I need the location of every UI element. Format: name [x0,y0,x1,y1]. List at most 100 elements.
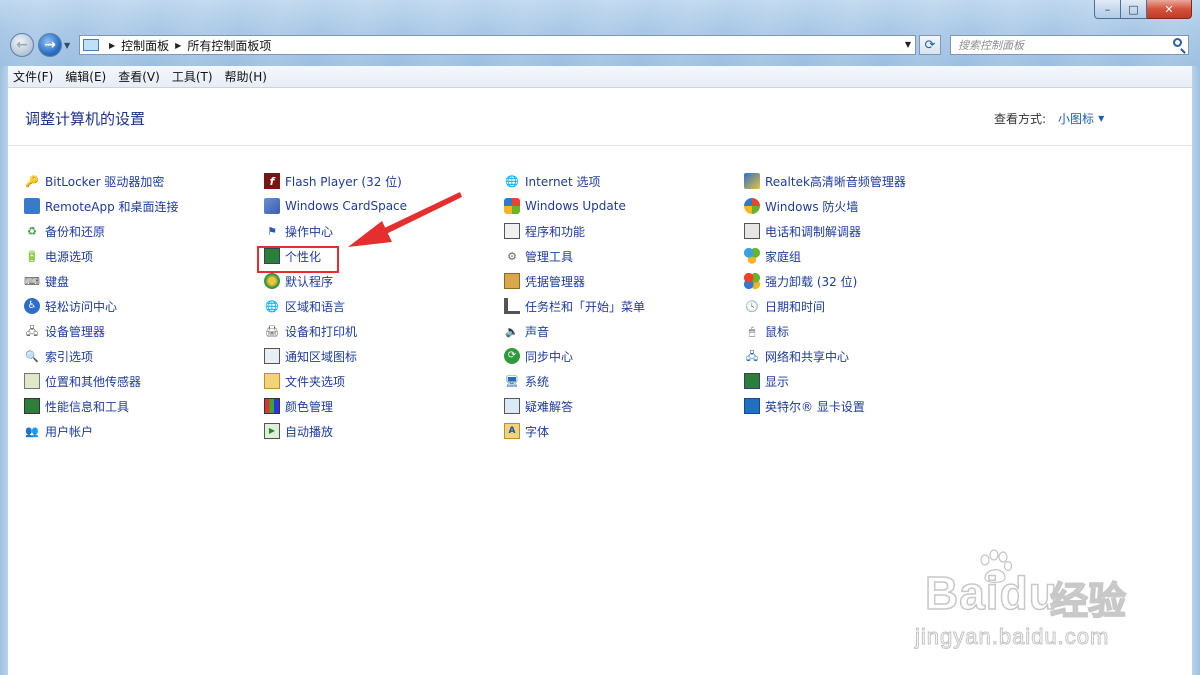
item-region[interactable]: 🌐 区域和语言 [264,297,345,315]
realtek-icon [744,173,760,189]
back-button[interactable]: ← [10,33,34,57]
uninstall-icon [744,273,760,289]
item-label: 电源选项 [45,249,94,264]
item-label: Windows 防火墙 [765,199,859,214]
window-frame-right [1192,66,1200,675]
maximize-button[interactable]: □ [1121,0,1147,19]
item-label: 管理工具 [525,249,574,264]
item-credential-manager[interactable]: 凭据管理器 [504,272,585,290]
region-icon: 🌐 [265,299,279,313]
item-sensors[interactable]: 位置和其他传感器 [24,372,141,390]
address-dropdown-icon[interactable]: ▼ [905,40,911,49]
performance-icon [24,398,40,414]
color-management-icon [264,398,280,414]
menu-help[interactable]: 帮助(H) [220,68,272,85]
menu-tools[interactable]: 工具(T) [167,68,218,85]
item-sync-center[interactable]: ⟳ 同步中心 [504,347,573,365]
item-phone-modem[interactable]: 电话和调制解调器 [744,222,861,240]
item-uninstall[interactable]: 强力卸载 (32 位) [744,272,857,290]
item-troubleshooting[interactable]: 疑难解答 [504,397,573,415]
view-by-dropdown[interactable]: 小图标 ▼ [1058,110,1104,127]
menu-edit[interactable]: 编辑(E) [60,68,111,85]
item-taskbar[interactable]: 任务栏和「开始」菜单 [504,297,645,315]
recent-pages-dropdown[interactable]: ▼ [64,41,74,50]
item-flash-player[interactable]: f Flash Player (32 位) [264,172,402,190]
notification-icon [264,348,280,364]
item-label: 默认程序 [285,274,334,289]
item-performance[interactable]: 性能信息和工具 [24,397,129,415]
item-power[interactable]: 🔋 电源选项 [24,247,93,265]
item-backup[interactable]: ♻ 备份和还原 [24,222,105,240]
menu-view[interactable]: 查看(V) [113,68,165,85]
item-notification-icons[interactable]: 通知区域图标 [264,347,357,365]
view-by-value: 小图标 [1058,112,1095,126]
item-color-management[interactable]: 颜色管理 [264,397,333,415]
menu-file[interactable]: 文件(F) [8,68,58,85]
windows-update-icon [504,198,520,214]
search-icon[interactable] [1173,38,1182,47]
item-homegroup[interactable]: 家庭组 [744,247,801,265]
item-ease-of-access[interactable]: ♿ 轻松访问中心 [24,297,117,315]
printer-icon: 🖨 [265,324,279,338]
item-label: RemoteApp 和桌面连接 [45,199,179,214]
address-bar[interactable]: ▶ 控制面板 ▶ 所有控制面板项 ▼ [79,35,916,55]
forward-button[interactable]: → [38,33,62,57]
item-fonts[interactable]: A 字体 [504,422,549,440]
item-device-manager[interactable]: 🖧 设备管理器 [24,322,105,340]
item-realtek[interactable]: Realtek高清晰音频管理器 [744,172,906,190]
item-label: 设备管理器 [45,324,106,339]
item-internet-options[interactable]: 🌐 Internet 选项 [504,172,600,190]
item-label: Internet 选项 [525,174,601,189]
item-mouse[interactable]: 🖱 鼠标 [744,322,789,340]
title-bar-glass [0,0,1200,66]
item-label: 颜色管理 [285,399,334,414]
item-system[interactable]: 🖥 系统 [504,372,549,390]
item-date-time[interactable]: 🕓 日期和时间 [744,297,825,315]
item-admin-tools[interactable]: ⚙ 管理工具 [504,247,573,265]
item-label: 家庭组 [765,249,802,264]
admin-tools-icon: ⚙ [507,249,517,263]
search-box [950,35,1189,55]
item-label: 任务栏和「开始」菜单 [525,299,646,314]
item-autoplay[interactable]: ▶ 自动播放 [264,422,333,440]
minimize-button[interactable]: – [1094,0,1121,19]
programs-icon [504,223,520,239]
chevron-right-icon[interactable]: ▶ [175,41,181,50]
item-label: 电话和调制解调器 [765,224,862,239]
search-input[interactable] [958,37,1158,53]
item-folder-options[interactable]: 文件夹选项 [264,372,345,390]
item-network[interactable]: 🖧 网络和共享中心 [744,347,849,365]
item-firewall[interactable]: Windows 防火墙 [744,197,858,215]
item-programs[interactable]: 程序和功能 [504,222,585,240]
back-arrow-icon: ← [16,37,28,53]
close-button[interactable]: ✕ [1147,0,1192,19]
item-remoteapp[interactable]: RemoteApp 和桌面连接 [24,197,179,215]
display-icon [744,373,760,389]
item-printers[interactable]: 🖨 设备和打印机 [264,322,357,340]
maximize-icon: □ [1128,2,1139,16]
item-label: 性能信息和工具 [45,399,130,414]
view-by-label: 查看方式: [994,112,1047,126]
control-panel-icon [83,39,99,51]
item-display[interactable]: 显示 [744,372,789,390]
chevron-right-icon[interactable]: ▶ [109,41,115,50]
internet-icon: 🌐 [505,174,519,188]
credential-icon [504,273,520,289]
item-keyboard[interactable]: ⌨ 键盘 [24,272,69,290]
sync-icon: ⟳ [504,348,520,364]
item-user-accounts[interactable]: 👥 用户帐户 [24,422,93,440]
item-intel-graphics[interactable]: 英特尔® 显卡设置 [744,397,865,415]
item-default-programs[interactable]: 默认程序 [264,272,333,290]
item-label: 文件夹选项 [285,374,346,389]
item-action-center[interactable]: ⚑ 操作中心 [264,222,333,240]
breadcrumb-all-items[interactable]: 所有控制面板项 [187,37,271,54]
refresh-button[interactable]: ⟳ [919,35,941,55]
item-label: 英特尔® 显卡设置 [765,399,865,414]
item-windows-update[interactable]: Windows Update [504,197,626,215]
item-bitlocker[interactable]: 🔑 BitLocker 驱动器加密 [24,172,164,190]
breadcrumb-control-panel[interactable]: 控制面板 [121,37,169,54]
flag-icon: ⚑ [267,224,277,238]
indexing-icon: 🔍 [25,349,39,363]
item-indexing[interactable]: 🔍 索引选项 [24,347,93,365]
item-sound[interactable]: 🔈 声音 [504,322,549,340]
